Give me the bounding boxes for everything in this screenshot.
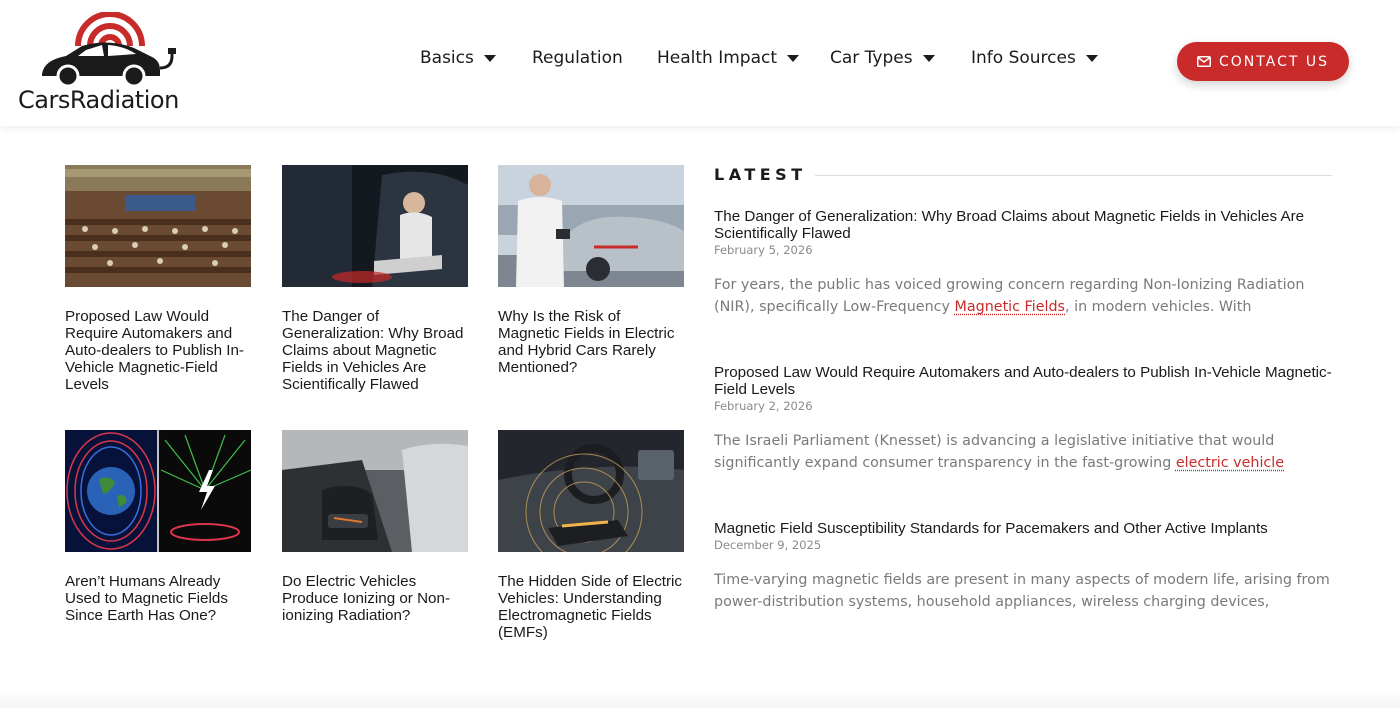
article-title[interactable]: Aren’t Humans Already Used to Magnetic F… (65, 573, 251, 624)
post-excerpt: Time-varying magnetic fields are present… (714, 569, 1334, 613)
post-title[interactable]: Magnetic Field Susceptibility Standards … (714, 520, 1334, 537)
section-bottom-edge (0, 690, 1400, 708)
excerpt-text: , in modern vehicles. With (1065, 299, 1252, 315)
nav-item-basics[interactable]: Basics (420, 48, 496, 68)
caret-down-icon (787, 54, 800, 62)
article-title[interactable]: Do Electric Vehicles Produce Ionizing or… (282, 573, 468, 624)
nav-item-info-sources[interactable]: Info Sources (971, 48, 1098, 68)
contact-us-button[interactable]: CONTACT US (1177, 42, 1349, 81)
nav-item-health-impact[interactable]: Health Impact (657, 48, 800, 68)
nav-label: Info Sources (971, 48, 1076, 68)
article-title[interactable]: The Hidden Side of Electric Vehicles: Un… (498, 573, 684, 641)
earth-magnetic-field-illustration[interactable] (65, 430, 251, 552)
contact-label: CONTACT US (1219, 53, 1329, 70)
envelope-icon (1197, 56, 1211, 67)
post-date: December 9, 2025 (714, 538, 822, 552)
site-header: CarsRadiation Basics Regulation Health I… (0, 0, 1400, 126)
scientist-measuring-car-photo[interactable] (498, 165, 684, 287)
excerpt-link[interactable]: electric vehicle (1176, 455, 1284, 471)
latest-post: Magnetic Field Susceptibility Standards … (714, 520, 1334, 613)
nav-label: Car Types (830, 48, 913, 68)
woman-in-car-photo[interactable] (282, 165, 468, 287)
caret-down-icon (1085, 54, 1098, 62)
brand-name: CarsRadiation (18, 86, 179, 114)
post-title[interactable]: Proposed Law Would Require Automakers an… (714, 364, 1334, 398)
nav-item-car-types[interactable]: Car Types (830, 48, 935, 68)
post-date: February 5, 2026 (714, 243, 813, 257)
post-excerpt: For years, the public has voiced growing… (714, 274, 1334, 318)
nav-label: Regulation (532, 48, 623, 68)
car-radiation-logo-icon (42, 12, 176, 86)
latest-post: The Danger of Generalization: Why Broad … (714, 208, 1334, 318)
site-logo[interactable]: CarsRadiation (18, 12, 179, 114)
post-excerpt: The Israeli Parliament (Knesset) is adva… (714, 430, 1334, 474)
excerpt-text: Time-varying magnetic fields are present… (714, 572, 1330, 610)
post-title[interactable]: The Danger of Generalization: Why Broad … (714, 208, 1334, 242)
latest-heading: LATEST (714, 165, 807, 184)
parliament-photo[interactable] (65, 165, 251, 287)
dashboard-battery-illustration[interactable] (498, 430, 684, 552)
nav-label: Health Impact (657, 48, 778, 68)
article-title[interactable]: Why Is the Risk of Magnetic Fields in El… (498, 308, 684, 376)
nav-label: Basics (420, 48, 474, 68)
excerpt-link[interactable]: Magnetic Fields (955, 299, 1065, 315)
car-interior-floor-photo[interactable] (282, 430, 468, 552)
latest-post: Proposed Law Would Require Automakers an… (714, 364, 1334, 474)
caret-down-icon (922, 54, 935, 62)
article-title[interactable]: Proposed Law Would Require Automakers an… (65, 308, 251, 393)
post-date: February 2, 2026 (714, 399, 813, 413)
caret-down-icon (483, 54, 496, 62)
latest-divider (815, 175, 1332, 176)
article-title[interactable]: The Danger of Generalization: Why Broad … (282, 308, 468, 393)
nav-item-regulation[interactable]: Regulation (532, 48, 623, 68)
